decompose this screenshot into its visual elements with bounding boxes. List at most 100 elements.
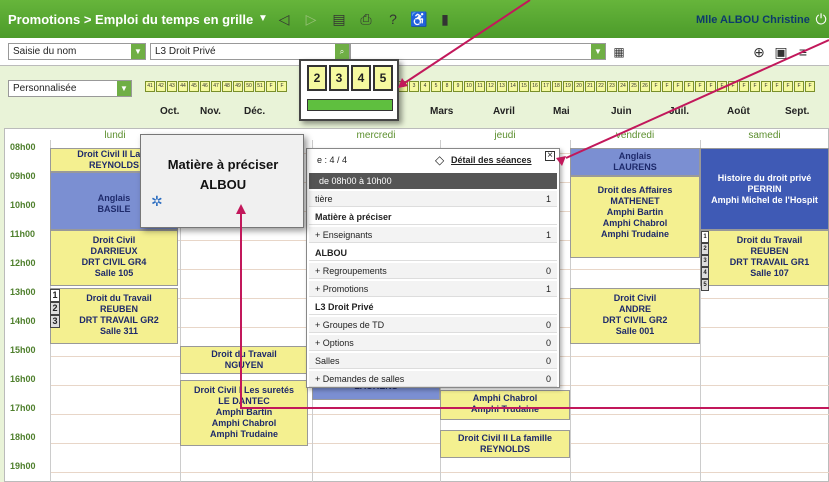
week-cell[interactable]: F [662, 81, 672, 92]
week-cell[interactable]: F [266, 81, 276, 92]
week-cell[interactable]: 4 [351, 65, 371, 91]
week-cell[interactable]: 46 [200, 81, 210, 92]
week-cell[interactable]: 11 [475, 81, 485, 92]
search-icon[interactable]: ⌕ [335, 44, 349, 59]
week-cell[interactable]: F [277, 81, 287, 92]
zoom-in-icon[interactable]: ⊕ [750, 43, 768, 61]
power-icon[interactable]: ⏻ [812, 10, 829, 28]
promo-select[interactable]: L3 Droit Privé ⌕ [150, 43, 350, 60]
group-tabs[interactable]: 12345 [701, 231, 709, 291]
mode-select[interactable]: Saisie du nom ▼ [8, 43, 146, 60]
list-icon[interactable]: ≡ [794, 43, 812, 61]
week-cell[interactable]: 41 [145, 81, 155, 92]
week-cell[interactable]: 16 [530, 81, 540, 92]
close-icon[interactable]: × [545, 151, 555, 161]
week-cell[interactable]: 20 [574, 81, 584, 92]
week-cell[interactable]: 47 [211, 81, 221, 92]
popup-row[interactable]: + Promotions 1 [309, 281, 557, 297]
week-cell[interactable]: F [717, 81, 727, 92]
week-cell[interactable]: 18 [552, 81, 562, 92]
course-block[interactable]: Histoire du droit privé PERRIN Amphi Miche… [700, 148, 829, 230]
week-cell[interactable]: F [794, 81, 804, 92]
week-cell[interactable]: 22 [596, 81, 606, 92]
week-cell[interactable]: 21 [585, 81, 595, 92]
chevron-down-icon[interactable]: ▼ [117, 81, 131, 96]
calendar-icon[interactable]: ▦ [610, 43, 628, 61]
week-cell[interactable]: 3 [409, 81, 419, 92]
group-tab[interactable]: 5 [701, 279, 709, 291]
week-cell[interactable]: 49 [233, 81, 243, 92]
week-cell[interactable]: F [750, 81, 760, 92]
week-cell[interactable]: 4 [420, 81, 430, 92]
week-cell[interactable]: 44 [178, 81, 188, 92]
popup-row[interactable]: + Demandes de salles 0 [309, 371, 557, 387]
group-tab[interactable]: 4 [701, 267, 709, 279]
week-cell[interactable]: F [739, 81, 749, 92]
group-tab[interactable]: 1 [50, 289, 60, 302]
week-cell[interactable]: F [706, 81, 716, 92]
week-cell[interactable]: 17 [541, 81, 551, 92]
print-icon[interactable]: ⎙ [357, 10, 375, 28]
week-cell[interactable]: F [728, 81, 738, 92]
group-tab[interactable]: 3 [701, 255, 709, 267]
group-tab[interactable]: 1 [701, 231, 709, 243]
chevron-down-icon[interactable]: ▼ [258, 13, 270, 25]
week-cell[interactable]: F [805, 81, 815, 92]
week-cell[interactable]: 42 [156, 81, 166, 92]
week-cell[interactable]: 2 [398, 81, 408, 92]
week-cell[interactable]: 3 [329, 65, 349, 91]
group-tabs[interactable]: 123 [50, 289, 60, 328]
course-block[interactable]: Anglais LAURENS [570, 148, 700, 176]
accessibility-icon[interactable]: ♿ [410, 10, 428, 28]
course-block[interactable]: Droit du Travail REUBEN DRT TRAVAIL GR1 Sal… [700, 230, 829, 286]
week-cell[interactable]: F [651, 81, 661, 92]
week-cell[interactable]: F [695, 81, 705, 92]
week-cell[interactable]: 12 [486, 81, 496, 92]
week-cell[interactable]: 23 [607, 81, 617, 92]
filter-select[interactable]: ▼ [350, 43, 606, 60]
group-tab[interactable]: 2 [50, 302, 60, 315]
week-cell[interactable]: 48 [222, 81, 232, 92]
week-cell[interactable]: 51 [255, 81, 265, 92]
course-block[interactable]: Droit du Travail REUBEN DRT TRAVAIL GR2 Sal… [50, 288, 178, 344]
week-cell[interactable]: F [673, 81, 683, 92]
group-tab[interactable]: 2 [701, 243, 709, 255]
course-block[interactable]: Droit Civil ANDRE DRT CIVIL GR2 Salle 001 [570, 288, 700, 344]
week-cell[interactable]: F [684, 81, 694, 92]
week-cell[interactable]: F [772, 81, 782, 92]
week-cell[interactable]: 2 [307, 65, 327, 91]
save-icon[interactable]: ▤ [330, 10, 348, 28]
grid-icon[interactable]: ▣ [772, 43, 790, 61]
back-arrow-icon[interactable]: ◁ [275, 10, 293, 28]
course-block[interactable]: Droit Civil I Les suretés LE DANTEC Amphi … [180, 380, 308, 446]
course-block[interactable]: Droit Civil DARRIEUX DRT CIVIL GR4 Salle 10… [50, 230, 178, 286]
help-icon[interactable]: ? [384, 10, 402, 28]
popup-row[interactable]: + Options 0 [309, 335, 557, 351]
session-detail-link[interactable]: Détail des séances [451, 155, 532, 165]
week-cell[interactable]: F [761, 81, 771, 92]
popup-row[interactable]: + Groupes de TD 0 [309, 317, 557, 333]
course-block[interactable]: Amphi Chabrol Amphi Trudaine [440, 390, 570, 420]
chevron-down-icon[interactable]: ▼ [591, 44, 605, 59]
week-cell[interactable]: 50 [244, 81, 254, 92]
week-cell[interactable]: 10 [464, 81, 474, 92]
week-cell[interactable]: 9 [453, 81, 463, 92]
week-cell[interactable]: 13 [497, 81, 507, 92]
week-cell[interactable]: F [783, 81, 793, 92]
week-cell[interactable]: 25 [629, 81, 639, 92]
period-select[interactable]: Personnalisée ▼ [8, 80, 132, 97]
week-cell[interactable]: 14 [508, 81, 518, 92]
chevron-down-icon[interactable]: ▼ [131, 44, 145, 59]
popup-row[interactable]: + Enseignants 1 [309, 227, 557, 243]
week-cell[interactable]: 45 [189, 81, 199, 92]
forward-arrow-icon[interactable]: ▷ [302, 10, 320, 28]
week-cell[interactable]: 19 [563, 81, 573, 92]
course-block[interactable]: Droit du Travail NGUYEN [180, 346, 308, 374]
week-cell[interactable]: 15 [519, 81, 529, 92]
phone-icon[interactable]: ▮ [436, 10, 454, 28]
week-cell[interactable]: 8 [442, 81, 452, 92]
week-cell[interactable]: 26 [640, 81, 650, 92]
week-cell[interactable]: 5 [373, 65, 393, 91]
week-cell[interactable]: 5 [431, 81, 441, 92]
group-tab[interactable]: 3 [50, 315, 60, 328]
